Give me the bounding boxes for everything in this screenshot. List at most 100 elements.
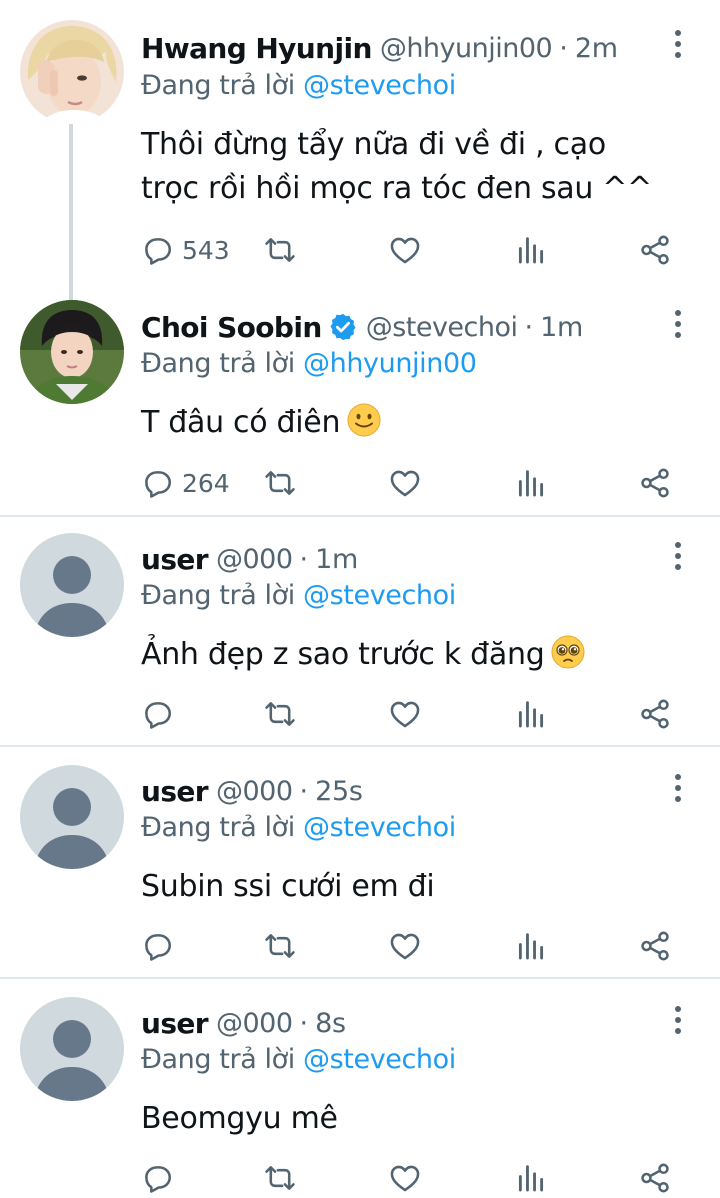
views-icon [514,929,548,963]
views-icon [514,233,548,267]
tweet-header: user @000 · 1m [141,539,640,579]
retweet-icon [263,929,297,963]
views-icon [514,466,548,500]
retweet-button[interactable] [263,926,297,966]
like-button[interactable] [388,1158,422,1198]
timestamp[interactable]: 1m [540,312,583,343]
more-icon[interactable] [664,768,692,808]
user-handle[interactable]: @stevechoi [366,312,518,343]
reply-count: 264 [182,468,230,498]
action-bar [0,694,720,734]
replying-to: Đang trả lời @stevechoi [141,1044,456,1075]
user-handle[interactable]: @000 [216,544,293,575]
views-button[interactable] [514,463,548,503]
separator-dot: · [524,311,534,343]
avatar[interactable] [20,300,124,404]
display-name[interactable]: user [141,543,209,576]
more-icon[interactable] [664,24,692,64]
views-button[interactable] [514,694,548,734]
like-icon [388,466,422,500]
tweet-header: Choi Soobin @stevechoi · 1m [141,307,640,347]
user-handle[interactable]: @000 [216,776,293,807]
mention-link[interactable]: @hhyunjin00 [303,348,477,379]
action-bar [0,1158,720,1198]
mention-link[interactable]: @stevechoi [303,1044,456,1075]
like-button[interactable] [388,463,422,503]
like-icon [388,233,422,267]
like-icon [388,1161,422,1195]
default-avatar-icon[interactable] [20,997,124,1101]
replying-to: Đang trả lời @stevechoi [141,70,456,101]
separator-dot: · [299,775,309,807]
reply-button[interactable] [140,926,174,966]
reply-icon [140,466,174,500]
views-button[interactable] [514,1158,548,1198]
views-button[interactable] [514,230,548,270]
thread-line [69,124,73,304]
reply-button[interactable]: 543 [140,230,230,270]
reply-button[interactable] [140,694,174,734]
timestamp[interactable]: 2m [575,33,618,64]
more-icon[interactable] [664,1000,692,1040]
views-button[interactable] [514,926,548,966]
share-button[interactable] [638,694,672,734]
retweet-button[interactable] [263,230,297,270]
like-icon [388,697,422,731]
user-handle[interactable]: @000 [216,1008,293,1039]
timestamp[interactable]: 1m [315,544,358,575]
tweet[interactable]: user @000 · 8s Đang trả lời @stevechoi B… [0,979,720,1198]
mention-link[interactable]: @stevechoi [303,812,456,843]
retweet-icon [263,1161,297,1195]
reply-icon [140,233,174,267]
tweet[interactable]: Choi Soobin @stevechoi · 1m Đang trả lời… [0,290,720,515]
tweet-text-wrap: T đâu có điên [141,401,660,445]
replying-to-label: Đang trả lời [141,580,295,611]
mention-link[interactable]: @stevechoi [303,70,456,101]
share-icon [638,233,672,267]
slightly-smiling-face-icon [347,403,381,437]
tweet[interactable]: user @000 · 25s Đang trả lời @stevechoi … [0,747,720,977]
like-icon [388,929,422,963]
display-name[interactable]: user [141,1007,209,1040]
tweet-text-wrap: Ảnh đẹp z sao trước k đăng [141,633,660,677]
tweet[interactable]: Hwang Hyunjin @hhyunjin00 · 2m Đang trả … [0,0,720,304]
reply-button[interactable]: 264 [140,463,230,503]
reply-button[interactable] [140,1158,174,1198]
default-avatar-icon[interactable] [20,765,124,869]
default-avatar-icon[interactable] [20,533,124,637]
views-icon [514,1161,548,1195]
timestamp[interactable]: 25s [315,776,363,807]
retweet-icon [263,233,297,267]
display-name[interactable]: Choi Soobin [141,311,322,344]
mention-link[interactable]: @stevechoi [303,580,456,611]
display-name[interactable]: Hwang Hyunjin [141,32,372,65]
separator-dot: · [299,543,309,575]
retweet-button[interactable] [263,1158,297,1198]
retweet-button[interactable] [263,694,297,734]
share-icon [638,466,672,500]
avatar[interactable] [20,20,124,124]
user-handle[interactable]: @hhyunjin00 [380,33,553,64]
display-name[interactable]: user [141,775,209,808]
replying-to-label: Đang trả lời [141,348,295,379]
tweet-header: user @000 · 8s [141,1003,640,1043]
more-icon[interactable] [664,536,692,576]
share-icon [638,697,672,731]
share-button[interactable] [638,926,672,966]
tweet-text: T đâu có điên [141,405,341,440]
share-button[interactable] [638,230,672,270]
replying-to-label: Đang trả lời [141,1044,295,1075]
timestamp[interactable]: 8s [315,1008,346,1039]
like-button[interactable] [388,694,422,734]
retweet-button[interactable] [263,463,297,503]
tweet[interactable]: user @000 · 1m Đang trả lời @stevechoi Ả… [0,517,720,745]
views-icon [514,697,548,731]
share-button[interactable] [638,463,672,503]
share-icon [638,1161,672,1195]
more-icon[interactable] [664,304,692,344]
like-button[interactable] [388,230,422,270]
share-button[interactable] [638,1158,672,1198]
separator-dot: · [299,1007,309,1039]
like-button[interactable] [388,926,422,966]
action-bar: 543 [0,230,720,270]
